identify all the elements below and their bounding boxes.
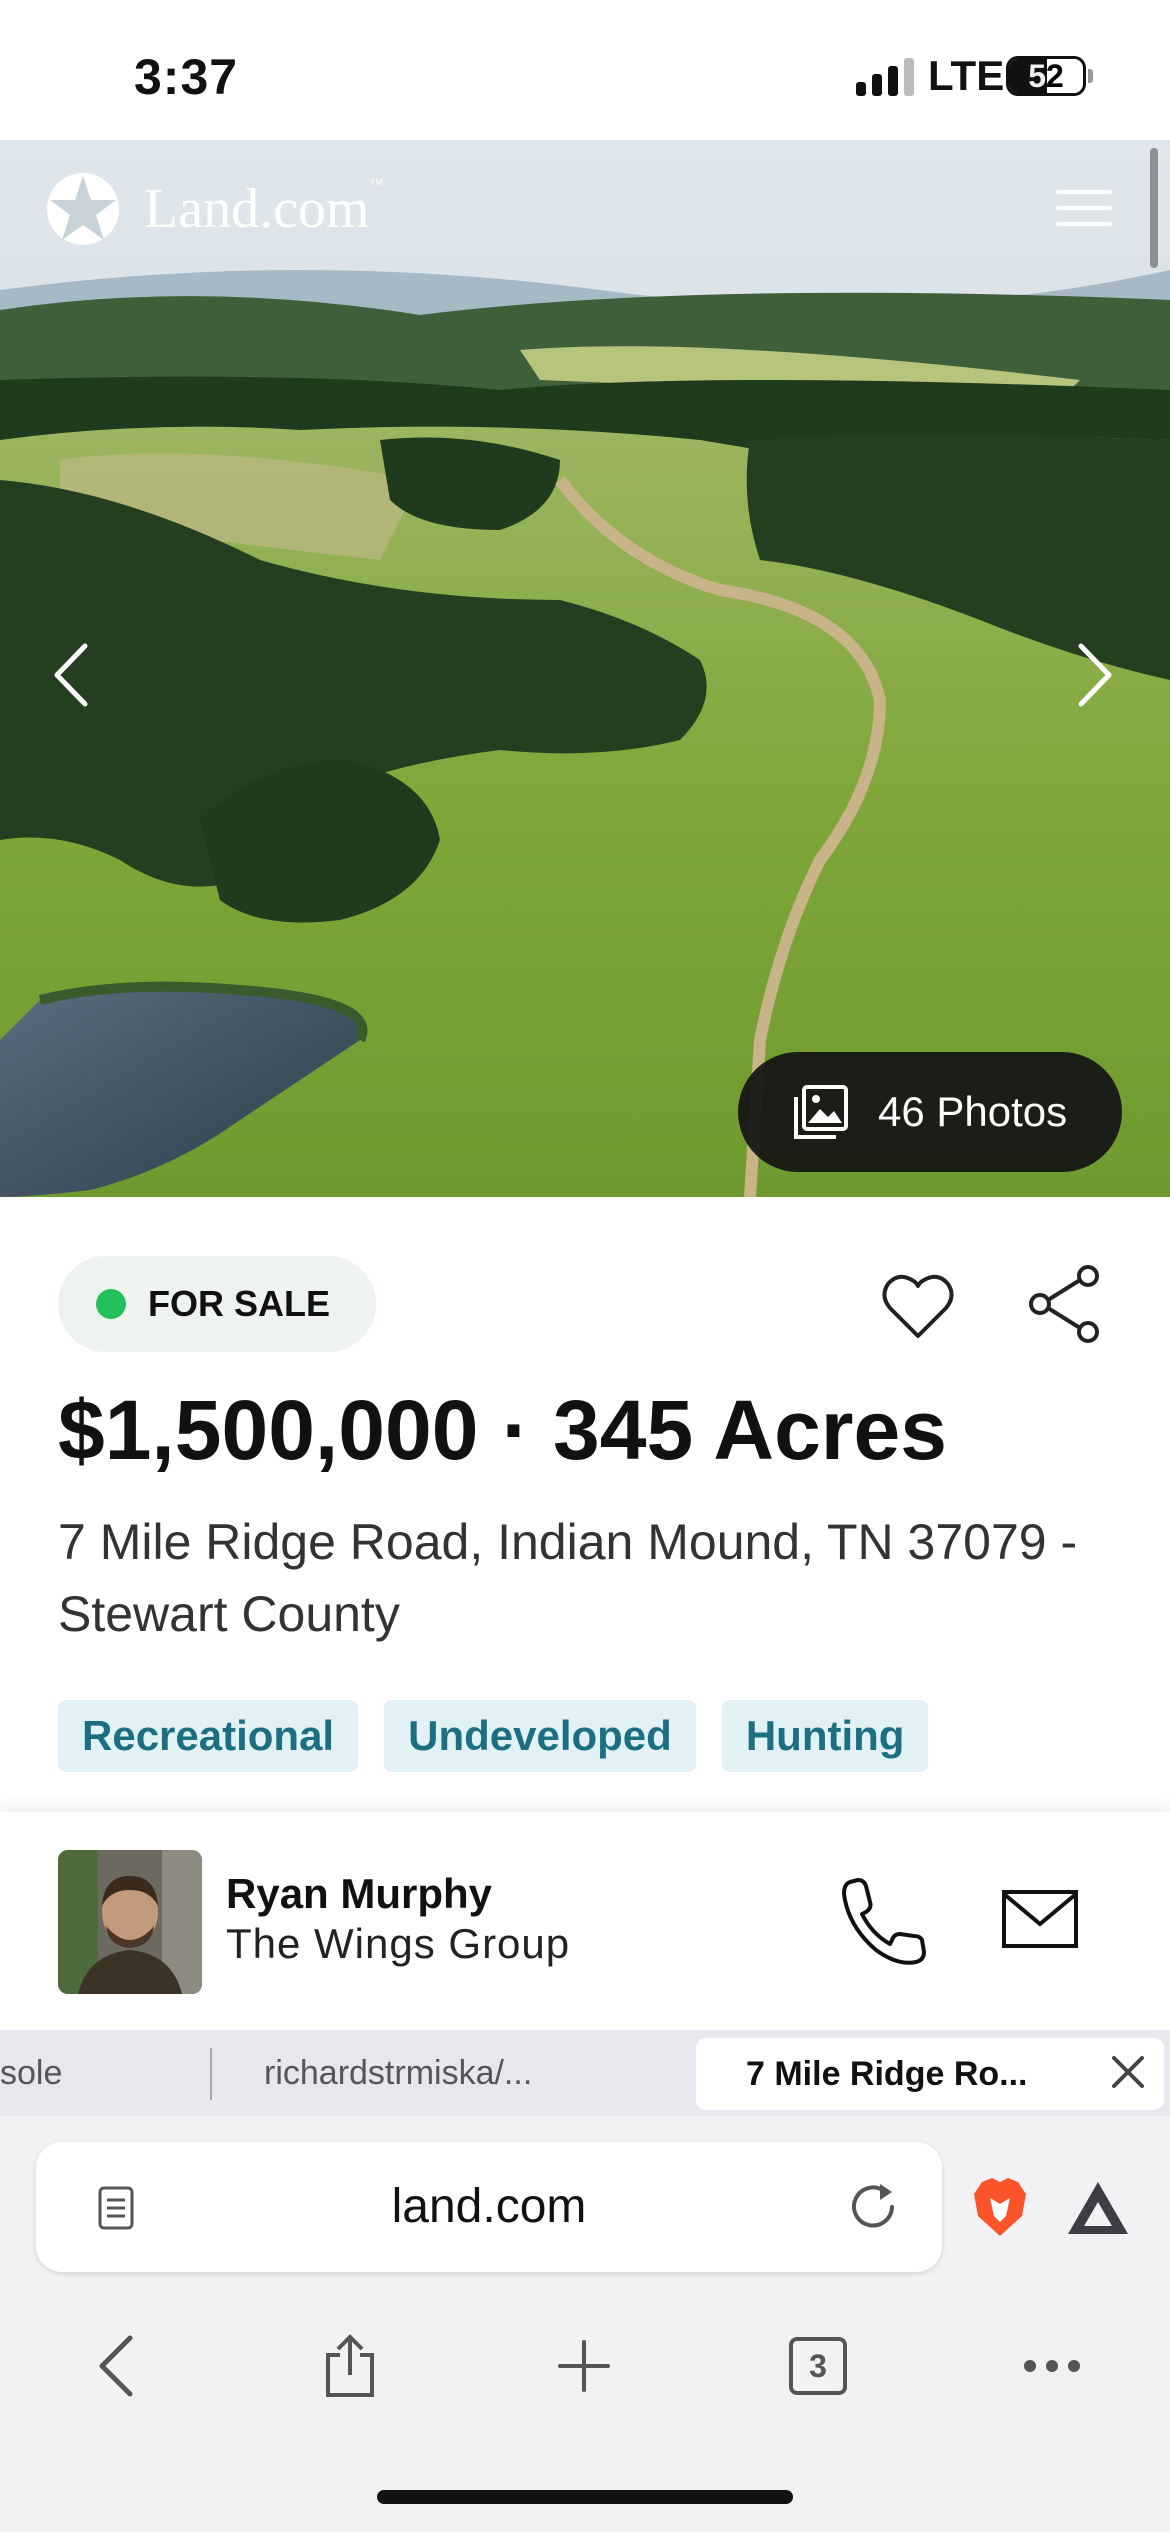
email-agent-button[interactable] [998,1878,1082,1962]
browser-tab[interactable]: richardstrmiska/... [264,2030,604,2116]
property-address: 7 Mile Ridge Road, Indian Mound, TN 3707… [58,1514,1078,1642]
status-badge: FOR SALE [58,1256,377,1352]
tab-label: richardstrmiska/... [264,2053,533,2092]
tab-switcher-button[interactable]: 3 [782,2330,854,2402]
favorite-button[interactable] [876,1264,960,1348]
chevron-left-icon [54,643,88,707]
more-menu-button[interactable] [1016,2330,1088,2402]
tag-hunting[interactable]: Hunting [721,1700,929,1772]
status-dot [96,1289,126,1319]
back-arrow-icon [99,2335,133,2397]
land-logo-icon [47,173,119,245]
tab-label: 7 Mile Ridge Ro... [746,2054,1028,2093]
tag-recreational[interactable]: Recreational [58,1700,359,1772]
browser-tab[interactable]: sole [0,2030,100,2116]
browser-tab-strip: sole richardstrmiska/... 7 Mile Ridge Ro… [0,2030,1170,2116]
tab-label: sole [0,2053,63,2092]
battery-icon: 52 [1006,56,1086,96]
agent-avatar[interactable] [58,1850,202,1994]
url-text[interactable]: land.com [36,2142,942,2272]
status-bar: 3:37 LTE 52 [0,0,1170,140]
plus-icon [558,2340,610,2392]
photos-count-label: 46 Photos [878,1088,1068,1135]
photos-count-button[interactable]: 46 Photos [738,1052,1122,1172]
property-tags: Recreational Undeveloped Hunting [58,1700,929,1772]
agent-name: Ryan Murphy [226,1870,493,1917]
agent-contact-bar: Ryan Murphy The Wings Group [0,1812,1170,2030]
url-bar[interactable]: land.com [36,2142,942,2272]
share-button[interactable] [1024,1262,1108,1346]
battery-percent: 52 [1028,58,1064,94]
home-indicator[interactable] [377,2490,793,2504]
gallery-icon [794,1085,848,1139]
network-type: LTE [928,52,1005,99]
browser-tab-active[interactable]: 7 Mile Ridge Ro... [696,2038,1164,2110]
reload-icon[interactable] [846,2180,900,2234]
cell-signal-icon [856,58,916,96]
brave-rewards-icon[interactable] [1066,2180,1130,2236]
previous-photo-button[interactable] [36,620,106,730]
site-logo[interactable]: Land.com™ [44,170,383,248]
tab-divider [210,2048,212,2100]
close-icon [1112,2056,1144,2088]
ellipsis-icon [1024,2360,1080,2372]
next-photo-button[interactable] [1060,620,1130,730]
close-tab-button[interactable] [1108,2052,1148,2092]
mail-icon [1002,1890,1078,1948]
status-label: FOR SALE [148,1283,331,1324]
share-page-button[interactable] [314,2330,386,2402]
call-agent-button[interactable] [836,1872,932,1968]
agent-photo [58,1850,202,1994]
brave-shields-icon[interactable] [972,2176,1028,2238]
photo-gallery[interactable]: Land.com™ 46 Photos [0,140,1170,1197]
chevron-right-icon [1078,643,1112,707]
agent-company: The Wings Group [226,1920,571,1967]
new-tab-button[interactable] [548,2330,620,2402]
tag-undeveloped[interactable]: Undeveloped [384,1700,696,1772]
battery-tip [1088,69,1093,83]
share-icon [1029,1265,1099,1343]
price-and-acreage: $1,500,000 · 345 Acres [58,1383,947,1477]
heart-outline-icon [882,1274,954,1338]
page-menu-icon[interactable] [92,2184,140,2232]
land-photo [0,140,1170,1197]
page-scrollbar[interactable] [1150,148,1158,268]
phone-icon [842,1878,926,1965]
tab-count: 3 [789,2337,847,2395]
share-box-icon [326,2334,374,2397]
status-time: 3:37 [134,49,239,105]
hamburger-menu-icon[interactable] [1056,190,1112,230]
back-button[interactable] [80,2330,152,2402]
logo-wordmark: Land.com™ [144,177,384,240]
